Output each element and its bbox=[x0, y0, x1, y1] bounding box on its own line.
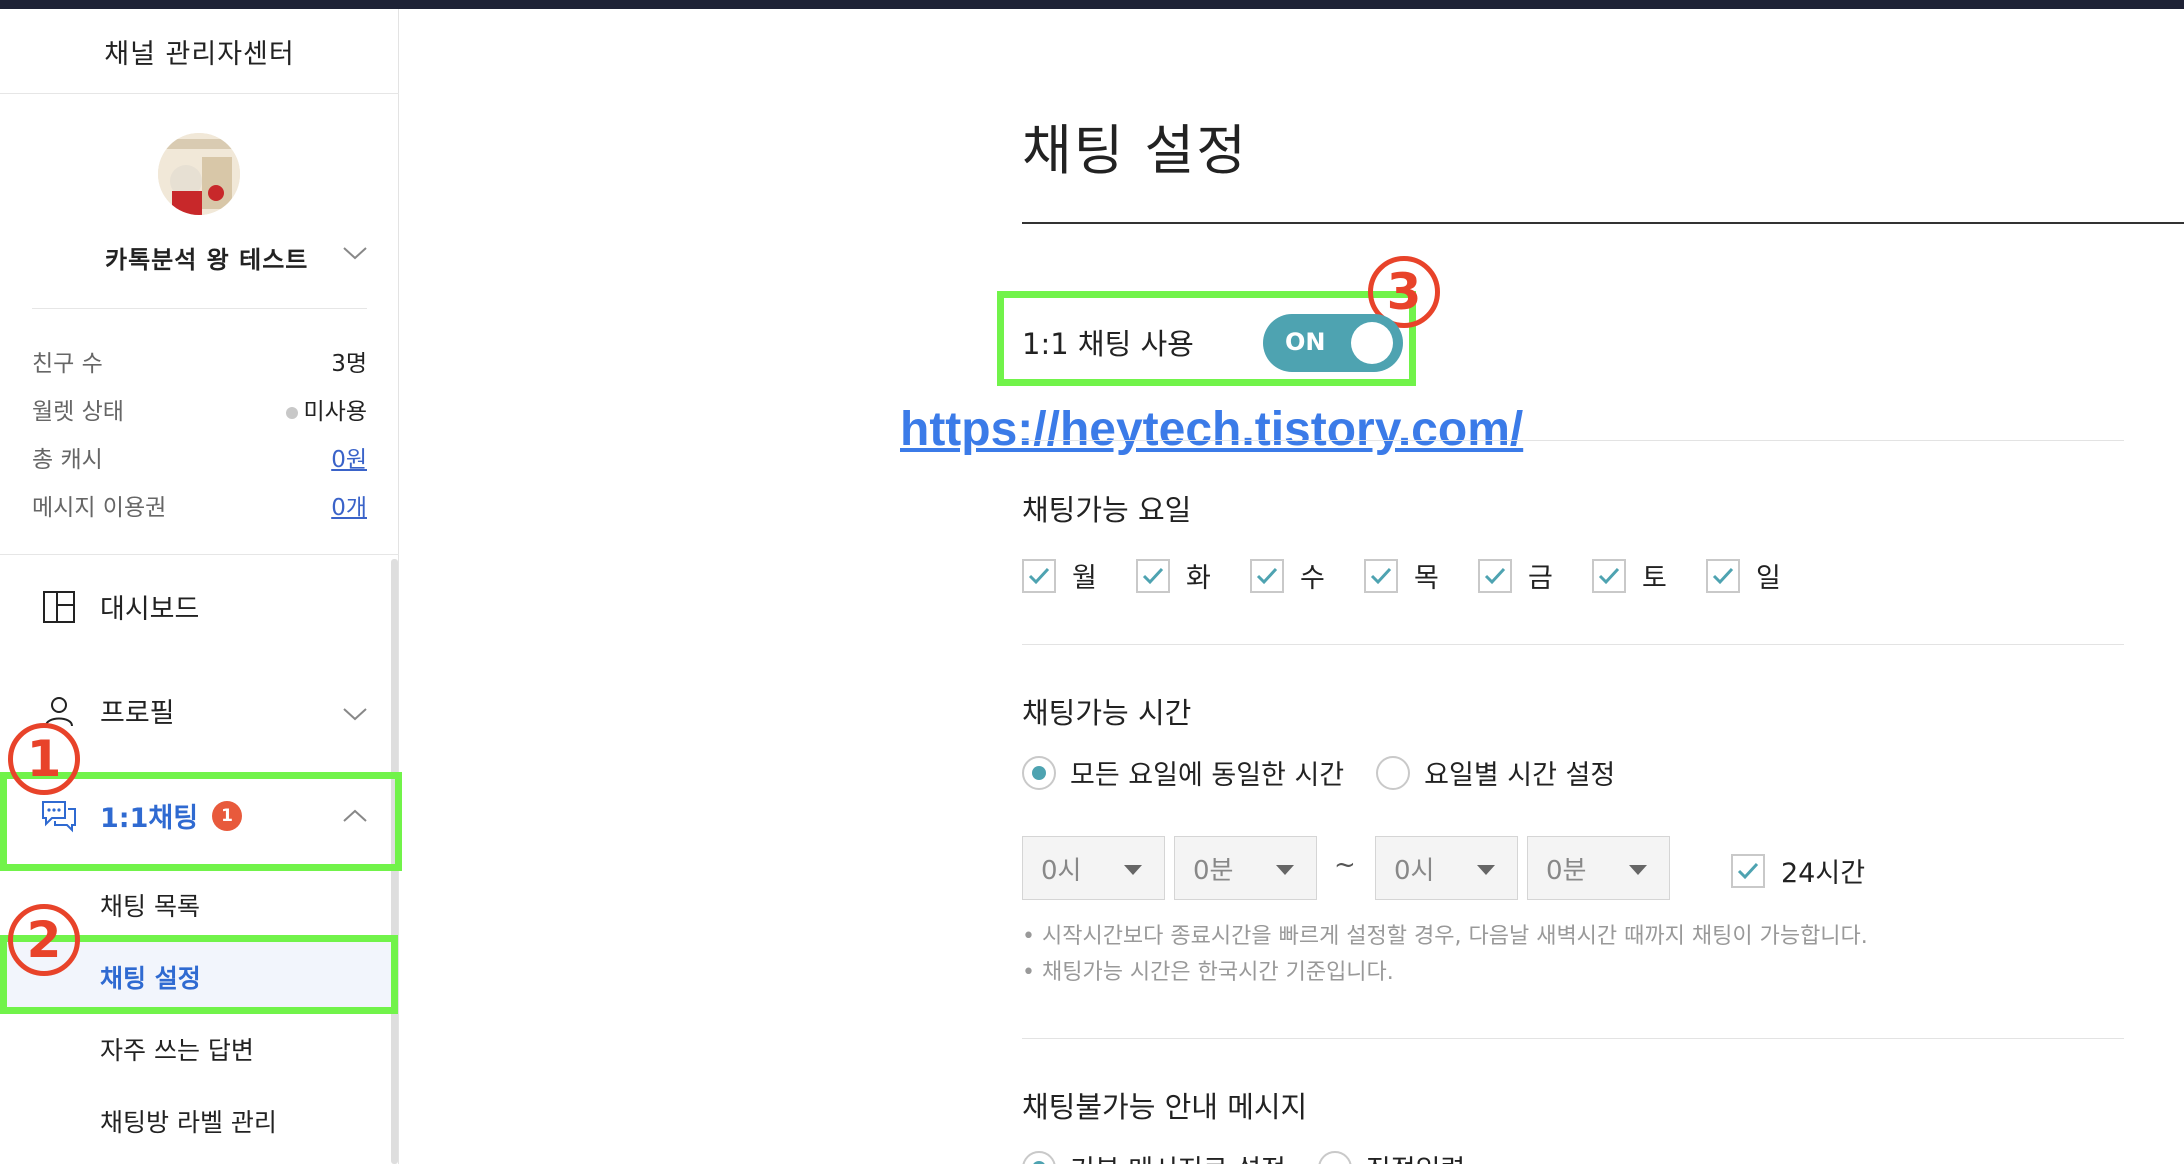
all-day-checkbox[interactable]: 24시간 bbox=[1731, 851, 1865, 890]
avatar[interactable] bbox=[158, 133, 240, 215]
section-divider bbox=[1022, 644, 2124, 645]
select-value: 0분 bbox=[1193, 855, 1234, 886]
day-label: 화 bbox=[1186, 563, 1211, 594]
dropdown-arrow-icon bbox=[1276, 865, 1294, 875]
start-minute-select[interactable]: 0분 bbox=[1174, 836, 1317, 900]
divider bbox=[0, 554, 399, 555]
stat-value: 미사용 bbox=[303, 399, 367, 425]
radio-label-per-day[interactable]: 요일별 시간 설정 bbox=[1424, 753, 1615, 792]
select-value: 0시 bbox=[1394, 855, 1435, 886]
range-separator: ~ bbox=[1334, 850, 1356, 880]
stat-cash: 총 캐시 0원 bbox=[32, 437, 367, 477]
checkbox-checked-icon bbox=[1136, 558, 1170, 593]
time-option-group: 모든 요일에 동일한 시간 요일별 시간 설정 bbox=[1022, 753, 1615, 792]
sub-item-chat-labels[interactable]: 채팅방 라벨 관리 bbox=[100, 1103, 277, 1139]
day-label: 금 bbox=[1528, 563, 1553, 594]
page-title: 채팅 설정 bbox=[1022, 119, 1248, 182]
radio-unselected-icon[interactable] bbox=[1317, 1150, 1352, 1164]
section-divider bbox=[1022, 1038, 2124, 1039]
day-checkbox-sun[interactable]: 일 bbox=[1706, 556, 1781, 595]
title-divider bbox=[1022, 222, 2184, 224]
divider bbox=[32, 308, 367, 309]
radio-unselected-icon[interactable] bbox=[1376, 755, 1411, 790]
nav-profile[interactable]: 프로필 bbox=[40, 691, 175, 730]
stat-label: 친구 수 bbox=[32, 351, 103, 377]
all-day-label: 24시간 bbox=[1781, 858, 1866, 889]
dashboard-icon bbox=[40, 588, 78, 626]
stat-label: 월렛 상태 bbox=[32, 399, 124, 425]
top-bar bbox=[0, 0, 2184, 9]
day-checkbox-tue[interactable]: 화 bbox=[1136, 556, 1211, 595]
time-note-2: • 채팅가능 시간은 한국시간 기준입니다. bbox=[1022, 960, 1394, 985]
radio-selected-icon[interactable] bbox=[1022, 1150, 1056, 1164]
nav-dashboard[interactable]: 대시보드 bbox=[40, 587, 199, 626]
nav-label: 대시보드 bbox=[100, 594, 200, 625]
time-section-title: 채팅가능 시간 bbox=[1022, 696, 1192, 730]
cash-link[interactable]: 0원 bbox=[331, 440, 367, 474]
unavailable-section-title: 채팅불가능 안내 메시지 bbox=[1022, 1090, 1308, 1124]
checkbox-checked-icon bbox=[1592, 558, 1626, 593]
sub-item-chat-list[interactable]: 채팅 목록 bbox=[100, 887, 200, 923]
radio-selected-icon[interactable] bbox=[1022, 755, 1056, 790]
checkbox-checked-icon bbox=[1022, 558, 1056, 593]
stat-value-wrap: 미사용 bbox=[285, 392, 367, 426]
day-checkbox-mon[interactable]: 월 bbox=[1022, 556, 1097, 595]
dropdown-arrow-icon bbox=[1477, 865, 1495, 875]
message-pass-link[interactable]: 0개 bbox=[331, 488, 367, 522]
end-hour-select[interactable]: 0시 bbox=[1375, 836, 1518, 900]
checkbox-checked-icon bbox=[1364, 558, 1398, 593]
section-divider bbox=[1022, 440, 2124, 441]
annotation-number-2: 2 bbox=[8, 904, 80, 976]
dropdown-arrow-icon bbox=[1629, 865, 1647, 875]
chevron-down-icon[interactable] bbox=[342, 706, 368, 722]
toggle-state-text: ON bbox=[1285, 328, 1326, 356]
day-checkbox-sat[interactable]: 토 bbox=[1592, 556, 1667, 595]
day-checkbox-wed[interactable]: 수 bbox=[1250, 556, 1325, 595]
end-minute-select[interactable]: 0분 bbox=[1527, 836, 1670, 900]
watermark-link[interactable]: https://heytech.tistory.com/ bbox=[900, 402, 1523, 457]
stat-label: 총 캐시 bbox=[32, 447, 103, 473]
day-checkbox-fri[interactable]: 금 bbox=[1478, 556, 1553, 595]
sidebar-title: 채널 관리자센터 bbox=[0, 9, 399, 94]
chevron-down-icon[interactable] bbox=[342, 245, 368, 261]
status-dot bbox=[285, 406, 298, 419]
select-value: 0분 bbox=[1546, 855, 1587, 886]
chat-toggle-switch[interactable]: ON bbox=[1263, 314, 1403, 372]
toggle-knob bbox=[1351, 322, 1393, 364]
day-label: 목 bbox=[1414, 563, 1439, 594]
start-hour-select[interactable]: 0시 bbox=[1022, 836, 1165, 900]
day-checkbox-thu[interactable]: 목 bbox=[1364, 556, 1439, 595]
time-note-1: • 시작시간보다 종료시간을 빠르게 설정할 경우, 다음날 새벽시간 때까지 … bbox=[1022, 924, 1868, 949]
sub-item-quick-replies[interactable]: 자주 쓰는 답변 bbox=[100, 1031, 254, 1067]
day-label: 수 bbox=[1300, 563, 1325, 594]
checkbox-checked-icon bbox=[1706, 558, 1740, 593]
day-label: 월 bbox=[1072, 563, 1097, 594]
stat-label: 메시지 이용권 bbox=[32, 495, 167, 521]
nav-label: 프로필 bbox=[100, 698, 175, 729]
radio-label-same-time[interactable]: 모든 요일에 동일한 시간 bbox=[1070, 753, 1344, 792]
annotation-number-1: 1 bbox=[8, 723, 80, 795]
checkbox-checked-icon bbox=[1478, 558, 1512, 593]
radio-label-custom-input[interactable]: 직접입력 bbox=[1366, 1148, 1465, 1164]
channel-name: 카톡분석 왕 테스트 bbox=[105, 246, 309, 274]
day-label: 토 bbox=[1642, 563, 1667, 594]
stat-value: 3명 bbox=[331, 351, 367, 377]
days-section-title: 채팅가능 요일 bbox=[1022, 493, 1192, 527]
radio-label-default-message[interactable]: 기본 메시지로 설정 bbox=[1070, 1148, 1286, 1164]
checkbox-checked-icon bbox=[1250, 558, 1284, 593]
stat-message-pass: 메시지 이용권 0개 bbox=[32, 485, 367, 525]
stat-friends: 친구 수 3명 bbox=[32, 341, 367, 381]
day-label: 일 bbox=[1756, 563, 1781, 594]
checkbox-checked-icon bbox=[1731, 853, 1765, 888]
select-value: 0시 bbox=[1041, 855, 1082, 886]
dropdown-arrow-icon bbox=[1124, 865, 1142, 875]
stat-wallet: 월렛 상태 미사용 bbox=[32, 389, 367, 429]
unavailable-option-group: 기본 메시지로 설정 직접입력 bbox=[1022, 1148, 1465, 1164]
chat-toggle-label: 1:1 채팅 사용 bbox=[1022, 327, 1194, 361]
